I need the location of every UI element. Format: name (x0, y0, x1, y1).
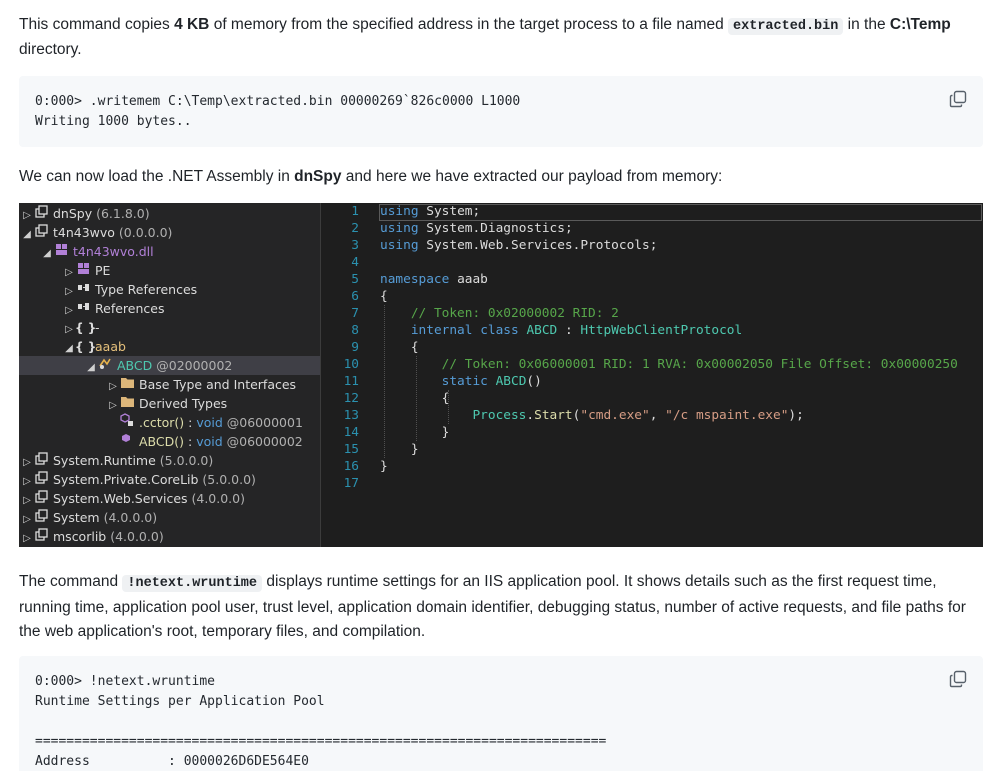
line-number: 3 (351, 238, 359, 253)
code-line-13: Process.Start("cmd.exe", "/c mspaint.exe… (472, 408, 804, 423)
assembly-explorer: ▷ dnSpy (6.1.8.0) ◢ t4n43wvo (0.0.0.0) ◢ t4… (19, 203, 321, 547)
class-icon (97, 357, 113, 376)
namespace-icon: { } (75, 321, 97, 335)
folder-icon (119, 376, 135, 395)
line-number: 5 (351, 272, 359, 287)
tree-item-pe[interactable]: ▷ PE (19, 261, 320, 280)
paragraph-wruntime-description: The command !netext.wruntime displays ru… (19, 573, 966, 640)
dnspy-bold: dnSpy (294, 168, 342, 185)
assembly-icon (33, 528, 49, 547)
assembly-icon (33, 205, 49, 224)
code-line-2: using System.Diagnostics; (380, 221, 573, 236)
reference-icon (75, 281, 91, 300)
code-line: 0:000> !netext.wruntime (35, 674, 216, 689)
code-line: Runtime Settings per Application Pool (35, 694, 325, 709)
tree-item-mscorlib[interactable]: ▷ mscorlib (4.0.0.0) (19, 527, 320, 546)
tree-item-system[interactable]: ▷ System (4.0.0.0) (19, 508, 320, 527)
tree-item-base-types[interactable]: ▷ Base Type and Interfaces (19, 375, 320, 394)
code-line-16: } (380, 459, 388, 474)
line-number: 4 (351, 255, 359, 270)
copy-icon[interactable] (949, 670, 967, 688)
reference-icon (75, 300, 91, 319)
method-icon (119, 413, 135, 433)
tree-item-class-abcd[interactable]: ◢ ABCD @02000002 (19, 356, 320, 375)
line-number-gutter: 1 2 3 4 5 6 7 8 9 10 11 12 13 14 15 16 1… (321, 203, 359, 547)
tree-item-system-web-services[interactable]: ▷ System.Web.Services (4.0.0.0) (19, 489, 320, 508)
tree-item-module[interactable]: ◢ t4n43wvo.dll (19, 242, 320, 261)
line-number: 7 (351, 306, 359, 321)
tree-item-type-references[interactable]: ▷ Type References (19, 280, 320, 299)
line-number: 10 (343, 357, 359, 372)
line-number: 1 (351, 204, 359, 219)
copy-icon[interactable] (949, 90, 967, 108)
code-line-5: namespace aaab (380, 272, 488, 287)
code-block-writemem: 0:000> .writemem C:\Temp\extracted.bin 0… (19, 76, 983, 147)
tree-item-namespace-aaab[interactable]: ◢{ }aaab (19, 337, 320, 356)
tree-item-system-private-corelib[interactable]: ▷ System.Private.CoreLib (5.0.0.0) (19, 470, 320, 489)
tree-item-cctor[interactable]: .cctor() : void @06000001 (19, 413, 320, 432)
line-number: 9 (351, 340, 359, 355)
assembly-icon (33, 224, 49, 243)
code-line-14: } (441, 425, 450, 440)
code-line-10: // Token: 0x06000001 RID: 1 RVA: 0x00002… (441, 357, 958, 372)
code-line-7: // Token: 0x02000002 RID: 2 (410, 306, 619, 321)
namespace-icon: { } (75, 340, 97, 354)
inline-code-wruntime: !netext.wruntime (122, 575, 263, 592)
code-line-3: using System.Web.Services.Protocols; (380, 238, 658, 253)
directory-bold: C:\Temp (889, 16, 951, 33)
line-number: 12 (343, 391, 359, 406)
tree-item-ctor[interactable]: ABCD() : void @06000002 (19, 432, 320, 451)
triangle-right-icon[interactable]: ▷ (21, 529, 33, 547)
assembly-icon (33, 509, 49, 528)
code-line: Writing 1000 bytes.. (35, 114, 192, 129)
tree-item-references[interactable]: ▷ References (19, 299, 320, 318)
code-line: ========================================… (35, 734, 607, 749)
module-icon (75, 262, 91, 281)
line-number: 6 (351, 289, 359, 304)
tree-item-dnspy[interactable]: ▷ dnSpy (6.1.8.0) (19, 204, 320, 223)
code-line-12: { (441, 391, 450, 406)
line-number: 11 (343, 374, 359, 389)
paragraph-writemem-description: This command copies 4 KB of memory from … (19, 16, 951, 58)
code-line-1: using System; (380, 204, 481, 219)
line-number: 2 (351, 221, 359, 236)
tree-item-empty-namespace[interactable]: ▷{ }- (19, 318, 320, 337)
inline-code-filename: extracted.bin (728, 18, 844, 35)
code-line-6: { (380, 289, 388, 304)
folder-icon (119, 395, 135, 414)
line-number: 15 (343, 442, 359, 457)
method-icon (119, 432, 135, 452)
module-icon (53, 243, 69, 262)
code-editor[interactable]: 1 2 3 4 5 6 7 8 9 10 11 12 13 14 15 16 1… (321, 203, 983, 547)
assembly-icon (33, 471, 49, 490)
code-line-8: internal class ABCD : HttpWebClientProto… (410, 323, 743, 338)
code-line: Address : 0000026D6DE564E0 (35, 754, 309, 769)
tree-item-system-runtime[interactable]: ▷ System.Runtime (5.0.0.0) (19, 451, 320, 470)
tree-item-t4n43wvo[interactable]: ◢ t4n43wvo (0.0.0.0) (19, 223, 320, 242)
dnspy-screenshot: ▷ dnSpy (6.1.8.0) ◢ t4n43wvo (0.0.0.0) ◢ t4… (19, 203, 983, 547)
code-line-9: { (410, 340, 419, 355)
code-block-wruntime: 0:000> !netext.wruntime Runtime Settings… (19, 656, 983, 771)
line-number: 17 (343, 476, 359, 491)
code-line: 0:000> .writemem C:\Temp\extracted.bin 0… (35, 94, 521, 109)
line-number: 8 (351, 323, 359, 338)
line-number: 13 (343, 408, 359, 423)
line-number: 16 (343, 459, 359, 474)
assembly-icon (33, 452, 49, 471)
tree-item-derived-types[interactable]: ▷ Derived Types (19, 394, 320, 413)
code-line-15: } (410, 442, 419, 457)
assembly-icon (33, 490, 49, 509)
size-bold: 4 KB (174, 16, 210, 33)
code-line-11: static ABCD() (441, 374, 542, 389)
line-number: 14 (343, 425, 359, 440)
paragraph-dnspy-intro: We can now load the .NET Assembly in dnS… (19, 168, 723, 185)
